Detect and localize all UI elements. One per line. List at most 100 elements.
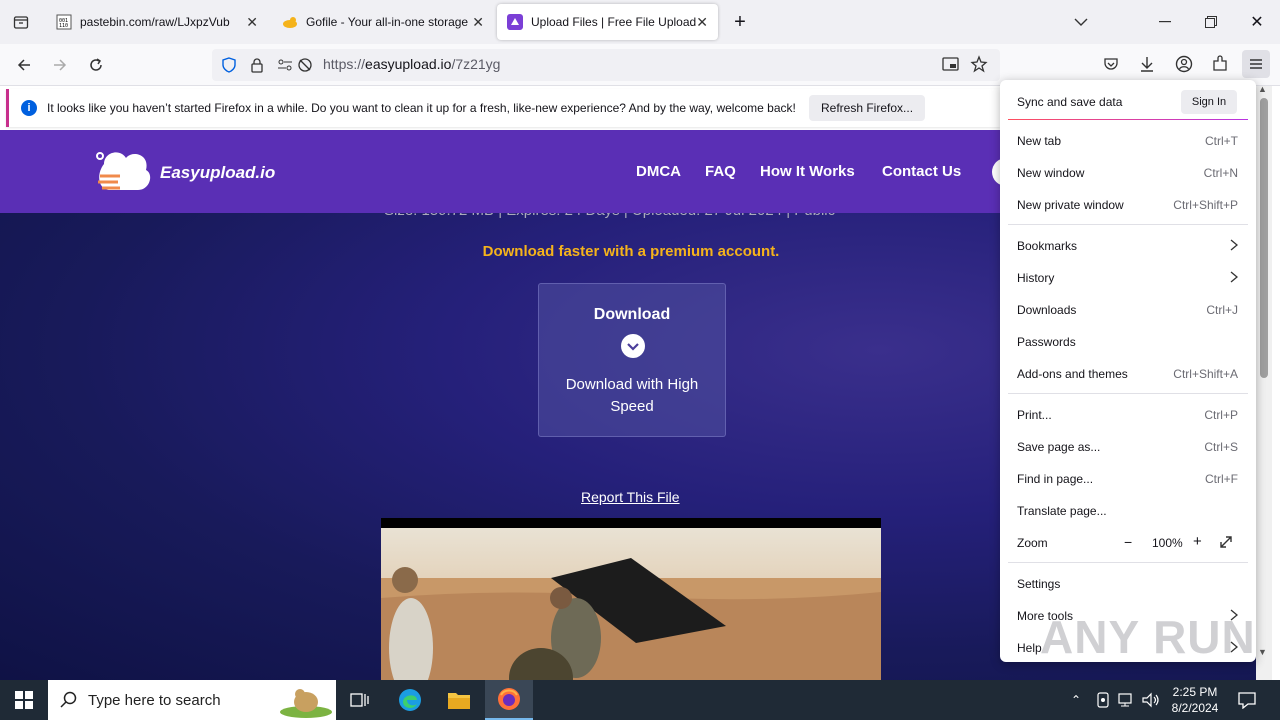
network-icon[interactable]	[1118, 692, 1136, 708]
menu-downloads[interactable]: Downloads	[1017, 303, 1076, 317]
menu-bookmarks[interactable]: Bookmarks	[1017, 239, 1077, 253]
menu-history[interactable]: History	[1017, 271, 1054, 285]
info-icon: i	[21, 100, 37, 116]
menu-new-tab[interactable]: New tab	[1017, 134, 1061, 148]
close-tab-icon[interactable]: ✕	[246, 14, 258, 31]
minimize-icon[interactable]	[1150, 7, 1180, 37]
back-icon[interactable]	[9, 50, 39, 80]
search-placeholder: Type here to search	[88, 691, 221, 709]
menu-settings[interactable]: Settings	[1017, 577, 1060, 591]
nav-faq[interactable]: FAQ	[705, 163, 736, 180]
windows-taskbar: Type here to search ⌃ 2:25 PM 8/2/2024	[0, 680, 1280, 720]
nav-dmca[interactable]: DMCA	[636, 163, 681, 180]
restore-icon[interactable]	[1196, 7, 1226, 37]
hamburger-menu-icon[interactable]	[1242, 50, 1270, 78]
zoom-out-icon[interactable]: −	[1124, 534, 1132, 550]
task-view-icon[interactable]	[336, 680, 384, 720]
shortcut: Ctrl+S	[1204, 440, 1238, 454]
menu-new-window[interactable]: New window	[1017, 166, 1084, 180]
divider	[1008, 119, 1248, 120]
close-tab-icon[interactable]: ✕	[472, 14, 484, 31]
app-menu-panel: Sync and save data Sign In New tab Ctrl+…	[1000, 80, 1256, 662]
report-file-link[interactable]: Report This File	[581, 489, 680, 505]
url-path: /7z21yg	[451, 56, 501, 72]
menu-passwords[interactable]: Passwords	[1017, 335, 1076, 349]
menu-zoom-label: Zoom	[1017, 536, 1048, 550]
downloads-icon[interactable]	[1139, 55, 1155, 73]
chevron-up-icon[interactable]: ⌃	[1071, 693, 1081, 707]
scroll-down-icon[interactable]: ▼	[1258, 647, 1267, 657]
zoom-level[interactable]: 100%	[1152, 536, 1183, 550]
edge-icon[interactable]	[386, 680, 434, 720]
menu-help[interactable]: Help	[1017, 641, 1042, 655]
close-window-icon[interactable]: ✕	[1242, 7, 1272, 37]
search-icon	[60, 691, 78, 709]
divider	[1008, 393, 1248, 394]
tab-easyupload[interactable]: Upload Files | Free File Upload a ✕	[497, 4, 718, 40]
sync-label: Sync and save data	[1017, 95, 1123, 109]
url-domain: easyupload.io	[365, 56, 452, 72]
reload-icon[interactable]	[81, 50, 111, 80]
pastebin-icon: 001 110	[56, 14, 72, 30]
tab-gofile[interactable]: Gofile - Your all-in-one storage ✕	[272, 4, 494, 40]
chevron-down-icon[interactable]	[1066, 7, 1096, 37]
url-text[interactable]: https://easyupload.io/7z21yg	[323, 56, 500, 72]
divider	[1008, 562, 1248, 563]
fullscreen-icon[interactable]	[1219, 535, 1233, 549]
zoom-in-icon[interactable]: +	[1193, 533, 1202, 550]
tab-title: pastebin.com/raw/LJxpzVub	[80, 15, 230, 29]
gofile-icon	[282, 14, 298, 30]
tab-list-icon[interactable]	[6, 7, 36, 37]
menu-save-page[interactable]: Save page as...	[1017, 440, 1100, 454]
menu-addons-themes[interactable]: Add-ons and themes	[1017, 367, 1128, 381]
taskbar-search-box[interactable]: Type here to search	[48, 680, 336, 720]
account-icon[interactable]	[1175, 55, 1193, 73]
scrollbar-thumb[interactable]	[1260, 98, 1268, 378]
file-explorer-icon[interactable]	[435, 680, 483, 720]
lock-icon[interactable]	[250, 57, 264, 73]
nav-contact-us[interactable]: Contact Us	[882, 163, 961, 180]
menu-new-private-window[interactable]: New private window	[1017, 198, 1124, 212]
shortcut: Ctrl+T	[1205, 134, 1238, 148]
menu-print[interactable]: Print...	[1017, 408, 1052, 422]
scroll-up-icon[interactable]: ▲	[1258, 84, 1267, 94]
url-prefix: https://	[323, 56, 366, 72]
close-tab-icon[interactable]: ✕	[696, 14, 708, 31]
easyupload-logo-icon[interactable]	[94, 144, 158, 200]
shortcut: Ctrl+J	[1206, 303, 1238, 317]
download-title: Download	[593, 306, 671, 323]
tab-title: Gofile - Your all-in-one storage	[306, 15, 469, 29]
tab-strip: 001 110 pastebin.com/raw/LJxpzVub ✕ Gofil…	[0, 0, 1280, 44]
firefox-taskbar-icon[interactable]	[485, 680, 533, 720]
anyrun-watermark: ANY RUN	[1040, 611, 1256, 663]
refresh-firefox-button[interactable]: Refresh Firefox...	[809, 95, 926, 121]
clock-date: 8/2/2024	[1171, 701, 1219, 715]
tab-pastebin[interactable]: 001 110 pastebin.com/raw/LJxpzVub ✕	[46, 4, 268, 40]
chevron-right-icon	[1230, 239, 1238, 251]
forward-icon[interactable]	[45, 50, 75, 80]
video-preview[interactable]	[381, 518, 881, 680]
notifications-icon[interactable]	[1238, 691, 1256, 709]
picture-in-picture-icon[interactable]	[942, 56, 960, 72]
menu-translate-page[interactable]: Translate page...	[1017, 504, 1107, 518]
clock-time: 2:25 PM	[1172, 685, 1218, 699]
shield-icon[interactable]	[221, 57, 237, 73]
search-highlight-icon	[278, 682, 334, 718]
download-button[interactable]: Download Download with High Speed	[538, 283, 726, 437]
pocket-icon[interactable]	[1103, 56, 1119, 72]
extensions-icon[interactable]	[1211, 55, 1229, 73]
bookmark-star-icon[interactable]	[970, 55, 988, 73]
menu-find-in-page[interactable]: Find in page...	[1017, 472, 1093, 486]
permissions-icon[interactable]	[277, 57, 293, 73]
taskbar-clock[interactable]: 2:25 PM 8/2/2024	[1168, 684, 1222, 716]
site-logo-text[interactable]: Easyupload.io	[160, 163, 275, 183]
nav-how-it-works[interactable]: How It Works	[760, 163, 855, 180]
shortcut: Ctrl+Shift+A	[1173, 367, 1238, 381]
volume-icon[interactable]	[1142, 692, 1160, 708]
windows-start-icon[interactable]	[0, 680, 48, 720]
network-device-icon[interactable]	[1096, 692, 1110, 708]
shortcut: Ctrl+N	[1203, 166, 1238, 180]
new-tab-icon[interactable]: +	[725, 7, 755, 37]
sign-in-button[interactable]: Sign In	[1181, 90, 1237, 114]
tracking-blocked-icon[interactable]	[297, 57, 313, 73]
